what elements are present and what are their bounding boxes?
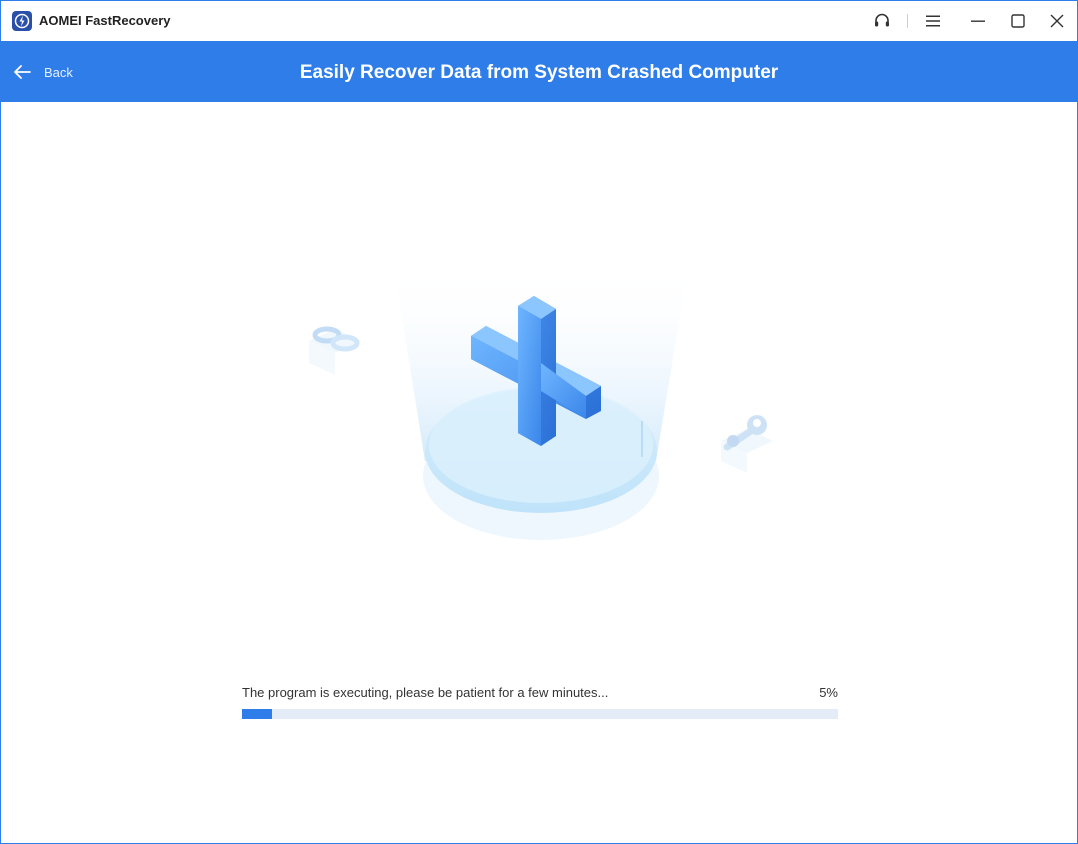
recovery-illustration bbox=[309, 261, 773, 540]
minimize-icon bbox=[971, 20, 985, 22]
page-header: Back Easily Recover Data from System Cra… bbox=[1, 41, 1077, 102]
minimize-button[interactable] bbox=[966, 9, 990, 33]
app-window: AOMEI FastRecovery Back Easily Recover D… bbox=[0, 0, 1078, 844]
floating-wrench-icon bbox=[721, 415, 773, 473]
close-button[interactable] bbox=[1045, 9, 1069, 33]
progress-message: The program is executing, please be pati… bbox=[242, 685, 609, 700]
titlebar-separator bbox=[907, 14, 908, 28]
app-logo-icon bbox=[12, 11, 32, 31]
progress-percent: 5% bbox=[819, 685, 838, 700]
support-button[interactable] bbox=[870, 9, 894, 33]
progress-bar-fill bbox=[242, 709, 272, 719]
maximize-icon bbox=[1011, 14, 1025, 28]
headset-icon bbox=[875, 13, 889, 27]
title-bar: AOMEI FastRecovery bbox=[1, 1, 1077, 41]
menu-button[interactable] bbox=[921, 9, 945, 33]
hamburger-menu-icon bbox=[926, 15, 940, 27]
page-title: Easily Recover Data from System Crashed … bbox=[299, 62, 779, 83]
app-title: AOMEI FastRecovery bbox=[39, 13, 171, 28]
floating-link-icon bbox=[309, 326, 361, 375]
progress-bar bbox=[242, 709, 838, 719]
maximize-button[interactable] bbox=[1006, 9, 1030, 33]
close-icon bbox=[1050, 14, 1064, 28]
